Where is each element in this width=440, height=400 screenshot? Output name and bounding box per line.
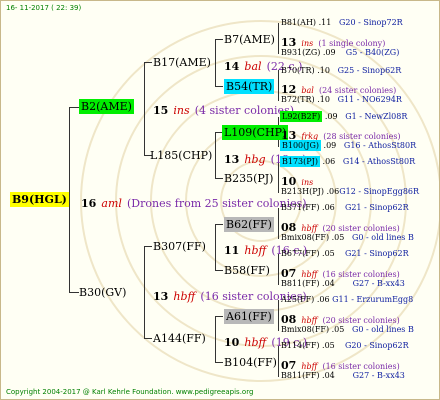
- b58-leaf-drone: 07 hbff (16 sister colonies): [281, 267, 400, 280]
- root-drone-info: 16 aml (Drones from 25 sister colonies): [81, 197, 307, 210]
- node-b30[interactable]: B30(GV): [79, 287, 126, 298]
- connector: [215, 178, 223, 179]
- node-l185[interactable]: L185(CHP): [150, 150, 212, 161]
- connector: [278, 346, 279, 377]
- leaf-b371[interactable]: B371(FF) .06 G21 - Sinop62R: [281, 204, 409, 212]
- leaf-b811-b[interactable]: B811(FF) .04 G27 - B-xx43: [281, 372, 405, 380]
- node-b2[interactable]: B2(AME): [79, 99, 134, 114]
- connector: [215, 316, 216, 362]
- leaf-b70[interactable]: B70(TR) .10 G25 - Sinop62R: [281, 67, 401, 75]
- connector: [215, 86, 223, 87]
- a61-leaf-drone: 08 hbff (20 sister colonies): [281, 313, 400, 326]
- connector: [69, 292, 79, 293]
- connector: [144, 246, 145, 339]
- b104-leaf-drone: 07 hbff (16 sister colonies): [281, 359, 400, 372]
- b62-leaf-drone: 08 hbff (20 sister colonies): [281, 221, 400, 234]
- node-b307[interactable]: B307(FF): [153, 241, 206, 252]
- connector: [278, 254, 279, 285]
- connector: [144, 62, 152, 63]
- connector: [215, 39, 216, 86]
- copyright-footer: Copyright 2004-2017 @ Karl Kehrle Founda…: [6, 388, 254, 396]
- connector: [144, 62, 145, 155]
- b2-drone-info: 15 ins (4 sister colonies): [153, 104, 295, 117]
- connector: [144, 338, 152, 339]
- connector: [215, 316, 223, 317]
- node-b58[interactable]: B58(FF): [224, 265, 270, 276]
- connector: [69, 107, 79, 108]
- root-node[interactable]: B9(HGL): [10, 192, 69, 207]
- leaf-b114[interactable]: B114(FF) .05 G20 - Sinop62R: [281, 342, 409, 350]
- node-b7[interactable]: B7(AME): [224, 34, 275, 45]
- leaf-l92[interactable]: L92(B2F) .09 G1 - NewZl08R: [280, 111, 407, 122]
- node-b62[interactable]: B62(FF): [224, 217, 274, 232]
- connector: [215, 224, 216, 270]
- node-a61[interactable]: A61(FF): [224, 309, 274, 324]
- leaf-a25[interactable]: A25(FF) .06 G11 - ErzurumEgg8: [281, 296, 413, 304]
- b235-leaf-drone: 10 ins: [281, 175, 314, 188]
- b7-leaf-drone: 13 ins (1 single colony): [281, 36, 386, 49]
- leaf-b100[interactable]: B100(JG) .09 G16 - AthosSt80R: [280, 140, 416, 151]
- leaf-b173[interactable]: B173(PJ) .06 G14 - AthosSt80R: [280, 156, 415, 167]
- connector: [144, 246, 152, 247]
- pedigree-frame: { "header": "16- 11-2017 ( 22: 39)", "fo…: [0, 0, 440, 400]
- leaf-b213h[interactable]: B213H(PJ) .06G12 - SinopEgg86R: [281, 188, 419, 196]
- connector: [278, 162, 279, 193]
- node-b104[interactable]: B104(FF): [224, 357, 277, 368]
- connector: [215, 362, 223, 363]
- node-l109[interactable]: L109(CHP): [222, 125, 289, 140]
- connector: [215, 132, 216, 178]
- leaf-b677[interactable]: B677(FF) .05 G21 - Sinop62R: [281, 250, 409, 258]
- connector: [215, 270, 223, 271]
- leaf-bmix08-b[interactable]: Bmix08(FF) .05 G0 - old lines B: [281, 326, 414, 334]
- connector: [278, 208, 279, 239]
- connector: [215, 39, 223, 40]
- leaf-b931[interactable]: B931(ZG) .09 G5 - B40(ZG): [281, 49, 399, 57]
- leaf-b81[interactable]: B81(AH) .11 G20 - Sinop72R: [281, 19, 403, 27]
- b54-leaf-drone: 12 bal (24 sister colonies): [281, 83, 397, 96]
- node-b54[interactable]: B54(TR): [224, 79, 275, 94]
- leaf-b72[interactable]: B72(TR) .10 G11 - NO6294R: [281, 96, 402, 104]
- connector: [278, 300, 279, 331]
- node-b17[interactable]: B17(AME): [153, 57, 211, 68]
- leaf-b811-a[interactable]: B811(FF) .04 G27 - B-xx43: [281, 280, 405, 288]
- connector: [69, 107, 70, 293]
- connector: [278, 70, 279, 101]
- connector: [278, 23, 279, 54]
- leaf-bmix08-a[interactable]: Bmix08(FF) .05 G0 - old lines B: [281, 234, 414, 242]
- node-b235[interactable]: B235(PJ): [224, 173, 273, 184]
- connector: [215, 224, 223, 225]
- node-a144[interactable]: A144(FF): [153, 333, 206, 344]
- date-header: 16- 11-2017 ( 22: 39): [6, 4, 82, 12]
